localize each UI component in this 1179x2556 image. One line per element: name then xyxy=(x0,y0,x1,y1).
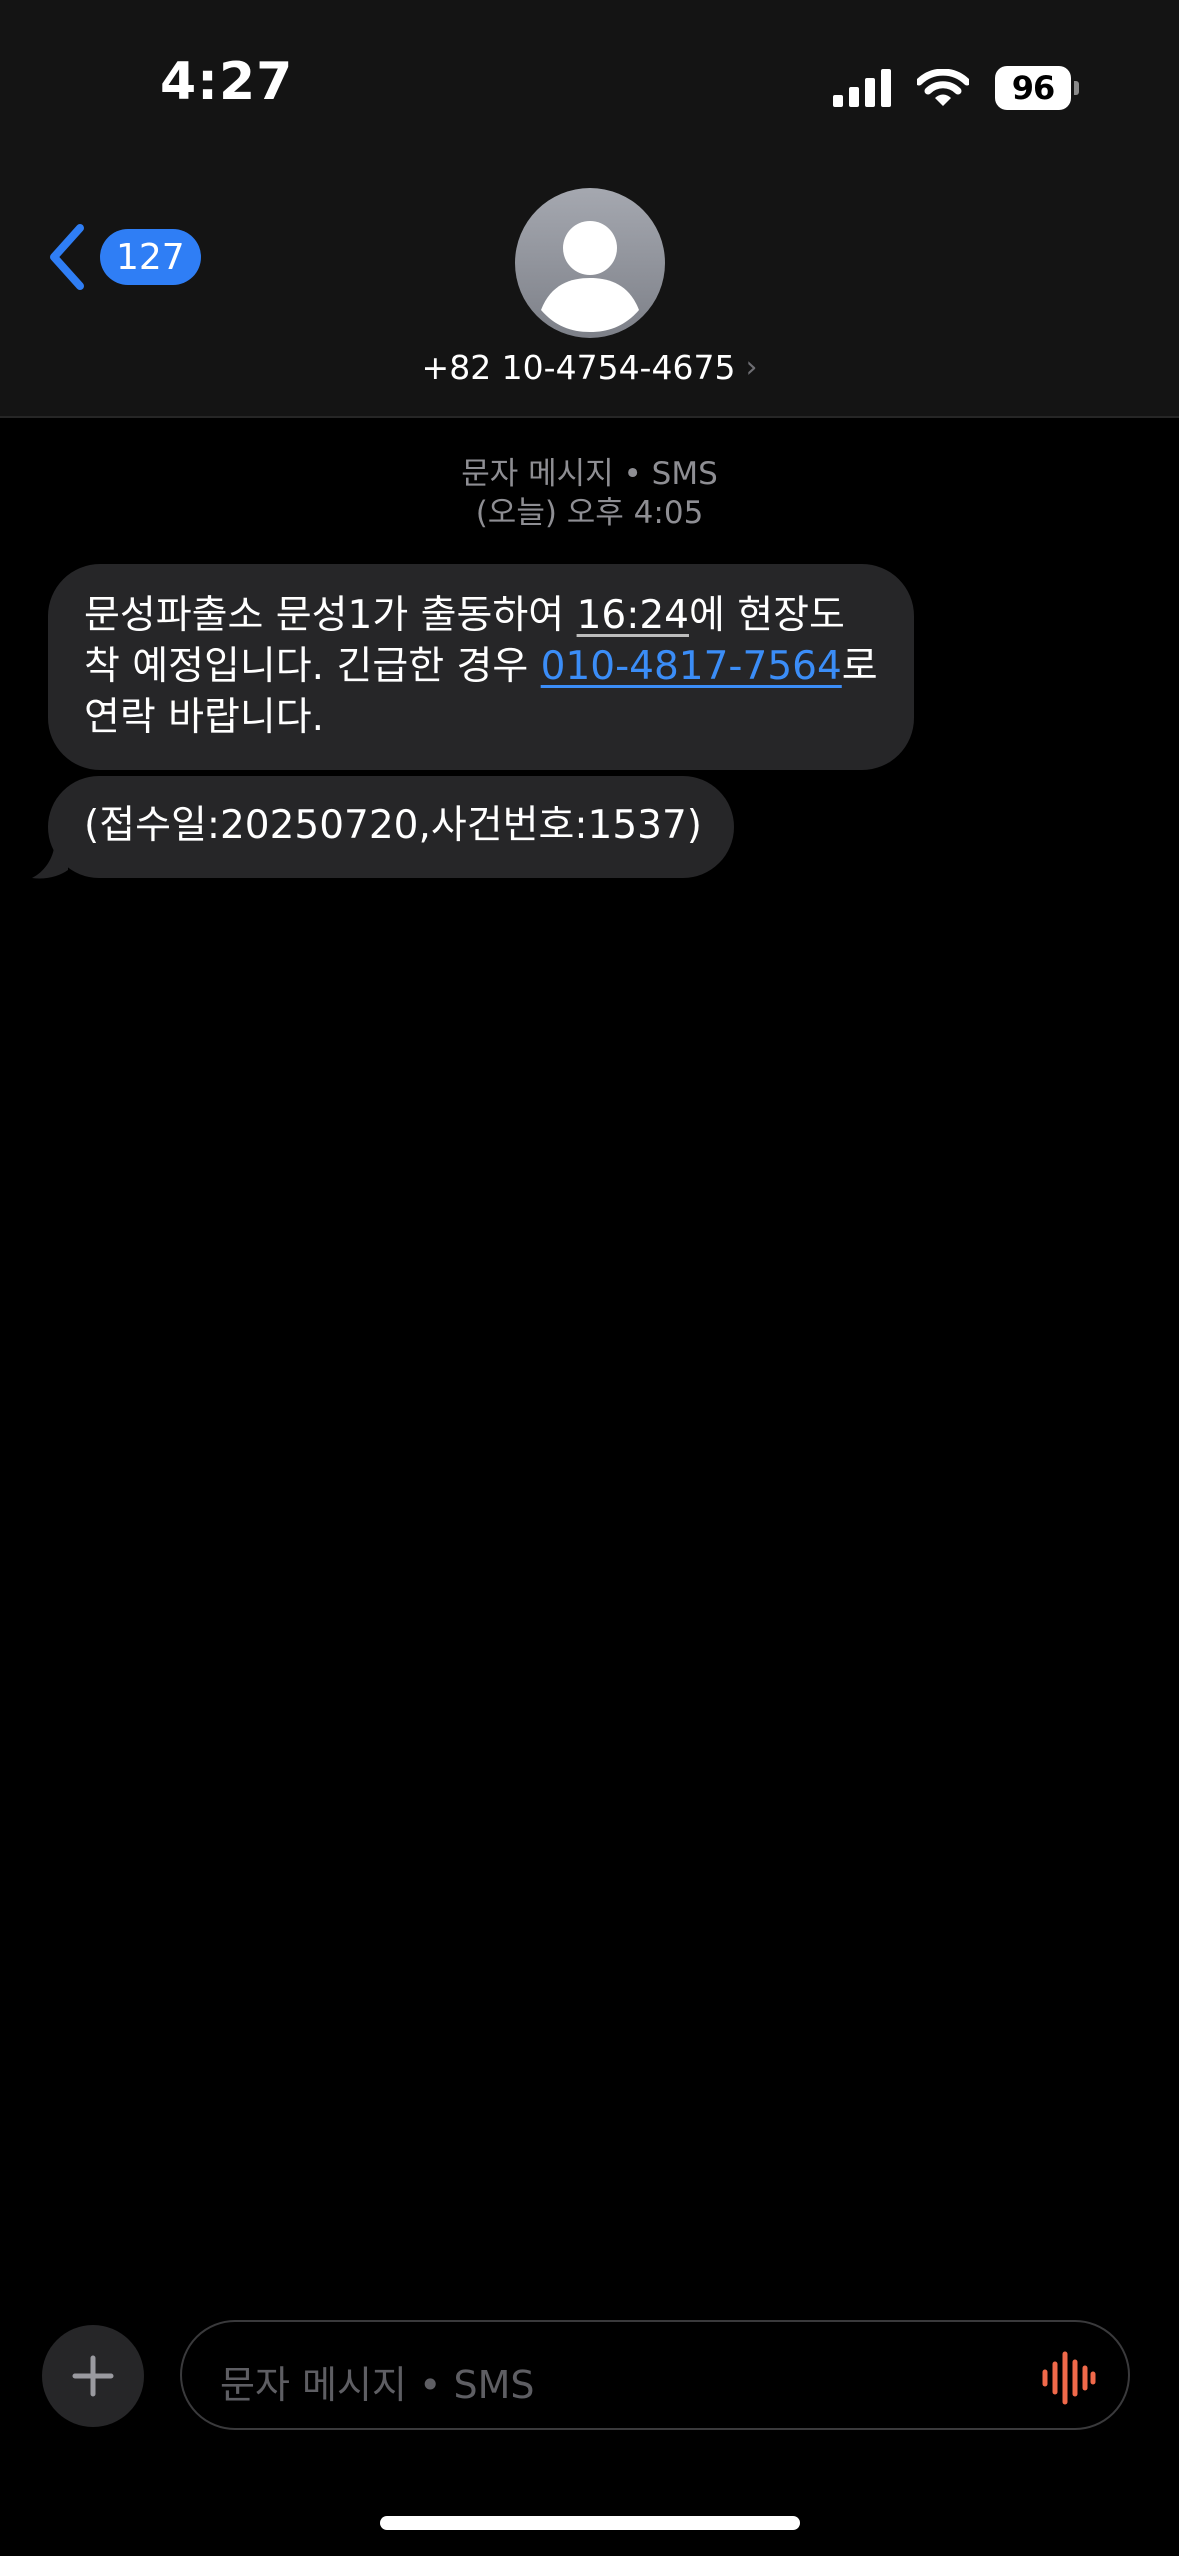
contact-name-button[interactable]: +82 10-4754-4675 › xyxy=(0,348,1179,387)
phone-number-link[interactable]: 010-4817-7564 xyxy=(541,644,842,689)
battery-level: 96 xyxy=(995,66,1071,110)
unread-count-badge: 127 xyxy=(100,229,201,285)
wifi-icon xyxy=(917,69,969,107)
chevron-left-icon xyxy=(46,224,86,290)
incoming-message-bubble[interactable]: (접수일:20250720,사건번호:1537) xyxy=(48,776,734,878)
add-attachment-button[interactable] xyxy=(42,2325,144,2427)
message-text: (접수일:20250720,사건번호:1537) xyxy=(84,803,703,848)
status-indicators: 96 xyxy=(833,62,1079,114)
person-icon xyxy=(541,221,639,332)
message-input-placeholder: 문자 메시지 • SMS xyxy=(220,2363,535,2407)
incoming-message-bubble[interactable]: 문성파출소 문성1가 출동하여 16:24에 현장도착 예정입니다. 긴급한 경… xyxy=(48,564,914,770)
home-indicator[interactable] xyxy=(380,2516,800,2530)
battery-indicator: 96 xyxy=(995,66,1079,110)
message-timestamp: (오늘) 오후 4:05 xyxy=(475,495,704,531)
message-meta: 문자 메시지 • SMS (오늘) 오후 4:05 xyxy=(0,455,1179,533)
contact-avatar[interactable] xyxy=(515,188,665,338)
status-time: 4:27 xyxy=(160,52,294,112)
time-link[interactable]: 16:24 xyxy=(577,593,689,638)
contact-number: +82 10-4754-4675 xyxy=(421,348,736,387)
message-text: 문성파출소 문성1가 출동하여 xyxy=(84,593,577,638)
message-service-label: 문자 메시지 • SMS xyxy=(461,456,718,492)
message-input[interactable]: 문자 메시지 • SMS xyxy=(180,2320,1130,2430)
plus-icon xyxy=(72,2355,114,2397)
audio-waveform-icon[interactable] xyxy=(1040,2350,1096,2406)
cellular-signal-icon xyxy=(833,69,891,107)
back-button[interactable]: 127 xyxy=(46,222,201,292)
battery-cap xyxy=(1074,81,1079,95)
chevron-right-icon: › xyxy=(745,350,758,385)
navigation-header: 4:27 96 127 +82 10-4754-4675 › xyxy=(0,0,1179,418)
